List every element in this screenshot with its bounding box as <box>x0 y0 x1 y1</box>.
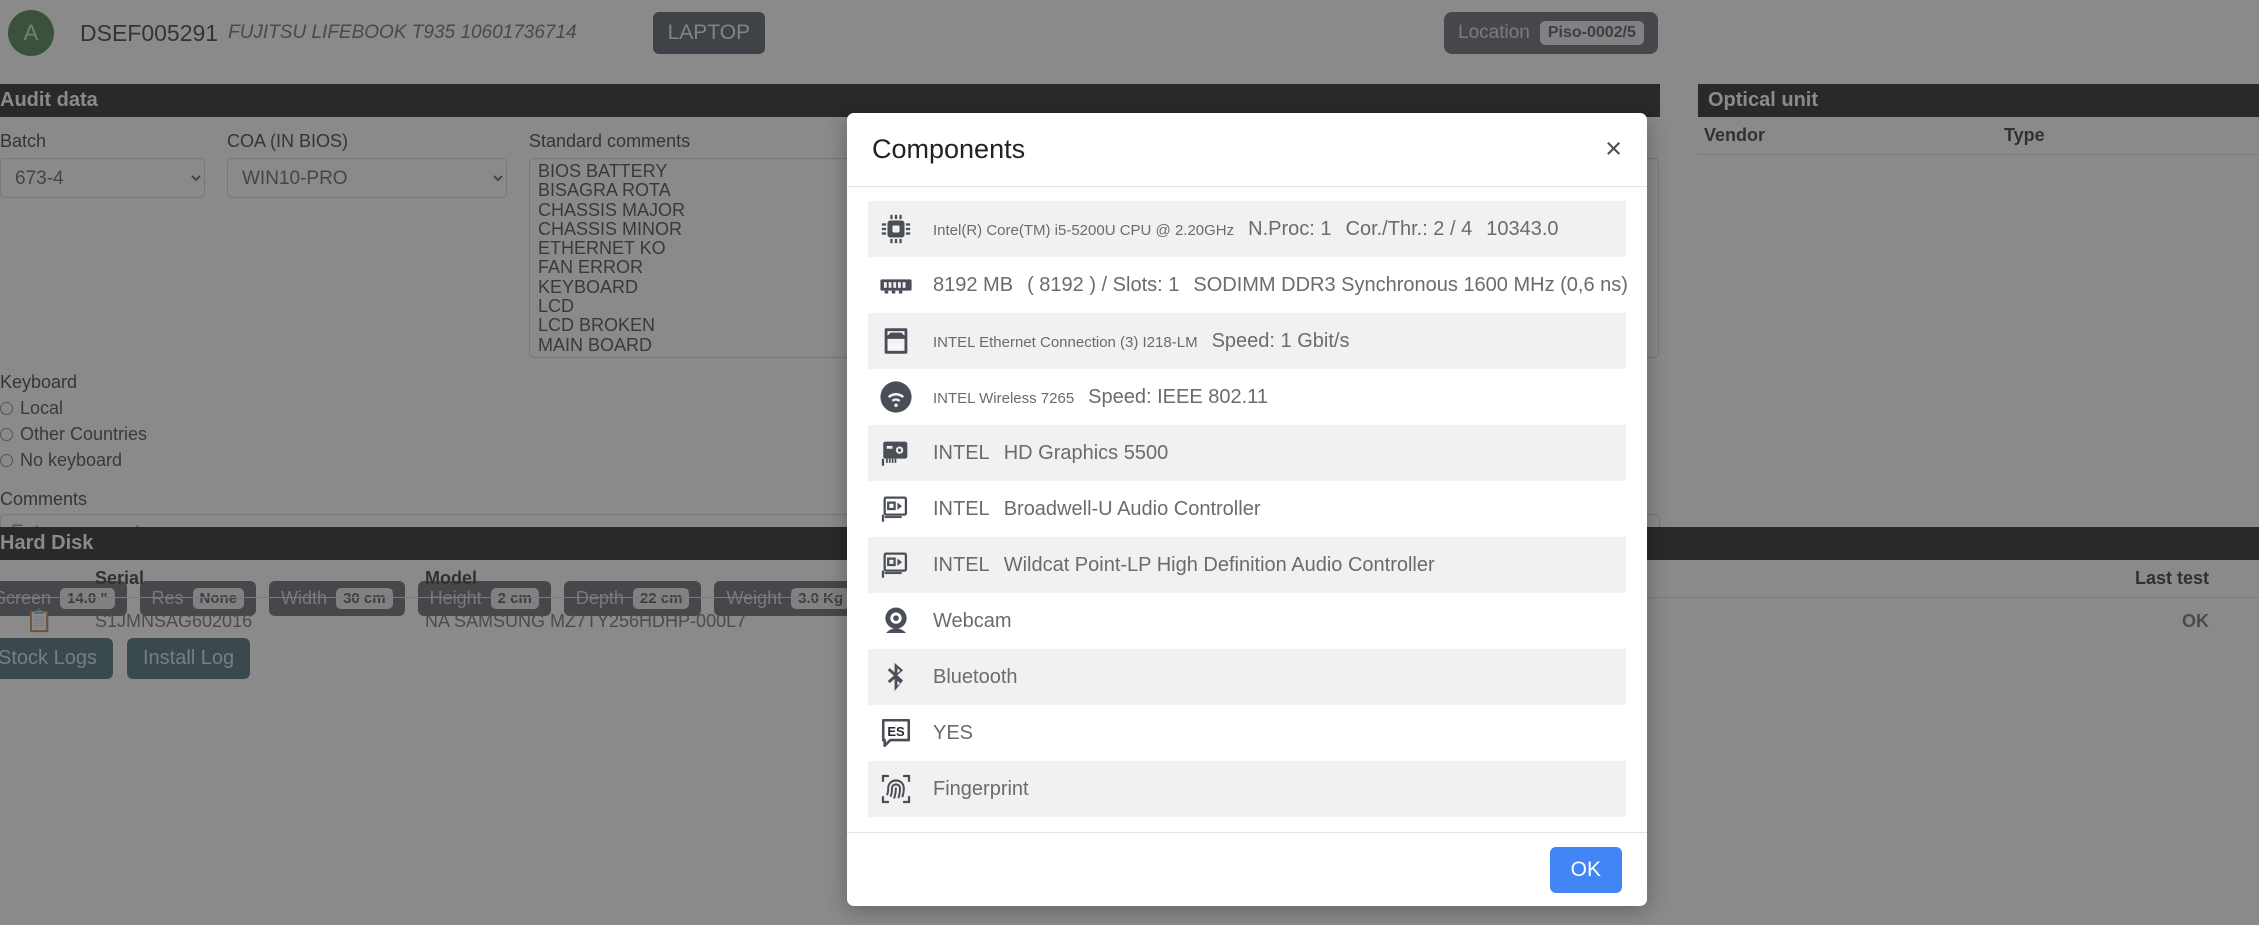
component-text: Intel(R) Core(TM) i5-5200U CPU @ 2.20GHz… <box>933 218 1559 241</box>
component-detail-0: N.Proc: 1 <box>1248 217 1332 240</box>
component-detail-0: Bluetooth <box>933 665 1018 688</box>
component-detail-0: YES <box>933 721 974 744</box>
ram-icon <box>877 266 915 304</box>
component-row[interactable]: INTEL Ethernet Connection (3) I218-LM Spe… <box>868 313 1626 369</box>
gpu-icon <box>877 434 915 472</box>
modal-footer: OK <box>847 832 1647 906</box>
component-text: 8192 MB ( 8192 ) / Slots: 1 SODIMM DDR3 Sy… <box>933 274 1628 297</box>
component-row[interactable]: Fingerprint <box>868 761 1626 817</box>
keyboard-lang-text: ES <box>887 723 905 739</box>
modal-header: Components × <box>847 113 1647 187</box>
component-detail-1: Cor./Thr.: 2 / 4 <box>1345 217 1473 240</box>
component-name: INTEL Wireless 7265 <box>933 389 1075 407</box>
components-modal: Components × Intel(R) Core(TM) i5-5200U … <box>847 113 1647 906</box>
component-row[interactable]: 8192 MB ( 8192 ) / Slots: 1 SODIMM DDR3 Sy… <box>868 257 1628 313</box>
component-row[interactable]: Webcam <box>868 593 1626 649</box>
audio-icon <box>877 546 915 584</box>
fingerprint-icon <box>877 770 915 808</box>
wifi-icon <box>877 378 915 416</box>
keyboard-lang-icon: ES <box>877 714 915 752</box>
component-row[interactable]: INTEL Wildcat Point-LP High Definition Au… <box>868 537 1626 593</box>
component-text: INTEL Ethernet Connection (3) I218-LM Spe… <box>933 330 1349 353</box>
component-text: Fingerprint <box>933 778 1029 801</box>
component-detail-0: Speed: IEEE 802.11 <box>1088 385 1268 408</box>
component-detail-2: SODIMM DDR3 Synchronous 1600 MHz (0,6 ns… <box>1193 273 1628 296</box>
component-text: INTEL HD Graphics 5500 <box>933 442 1168 465</box>
audio-icon <box>877 490 915 528</box>
component-row[interactable]: INTEL Broadwell-U Audio Controller <box>868 481 1626 537</box>
component-text: INTEL Wildcat Point-LP High Definition Au… <box>933 554 1435 577</box>
component-detail-1: Broadwell-U Audio Controller <box>1003 497 1261 520</box>
cpu-icon <box>877 210 915 248</box>
component-detail-0: 8192 MB <box>933 273 1014 296</box>
component-text: Webcam <box>933 610 1012 633</box>
component-name: INTEL Ethernet Connection (3) I218-LM <box>933 333 1198 351</box>
modal-title: Components <box>872 134 1026 164</box>
component-detail-0: Speed: 1 Gbit/s <box>1211 329 1350 352</box>
components-list[interactable]: Intel(R) Core(TM) i5-5200U CPU @ 2.20GHz… <box>847 187 1647 832</box>
component-row[interactable]: INTEL HD Graphics 5500 <box>868 425 1626 481</box>
component-detail-2: 10343.0 <box>1486 217 1559 240</box>
component-text: Bluetooth <box>933 666 1018 689</box>
close-icon[interactable]: × <box>1605 135 1622 164</box>
ok-button[interactable]: OK <box>1549 846 1622 893</box>
component-row[interactable]: Intel(R) Core(TM) i5-5200U CPU @ 2.20GHz… <box>868 201 1626 257</box>
component-text: INTEL Broadwell-U Audio Controller <box>933 498 1260 521</box>
component-detail-1: Wildcat Point-LP High Definition Audio C… <box>1003 553 1435 576</box>
component-row[interactable]: ES YES <box>868 705 1626 761</box>
component-detail-1: ( 8192 ) / Slots: 1 <box>1027 273 1180 296</box>
component-detail-1: HD Graphics 5500 <box>1003 441 1169 464</box>
component-text: INTEL Wireless 7265 Speed: IEEE 802.11 <box>933 386 1268 409</box>
bluetooth-icon <box>877 658 915 696</box>
component-detail-0: INTEL <box>933 441 990 464</box>
component-row[interactable]: INTEL Wireless 7265 Speed: IEEE 802.11 <box>868 369 1626 425</box>
component-detail-0: Webcam <box>933 609 1012 632</box>
component-detail-0: Fingerprint <box>933 777 1029 800</box>
component-row[interactable]: Bluetooth <box>868 649 1626 705</box>
component-detail-0: INTEL <box>933 497 990 520</box>
component-name: Intel(R) Core(TM) i5-5200U CPU @ 2.20GHz <box>933 221 1235 239</box>
ethernet-icon <box>877 322 915 360</box>
component-detail-0: INTEL <box>933 553 990 576</box>
component-text: YES <box>933 722 973 745</box>
webcam-icon <box>877 602 915 640</box>
